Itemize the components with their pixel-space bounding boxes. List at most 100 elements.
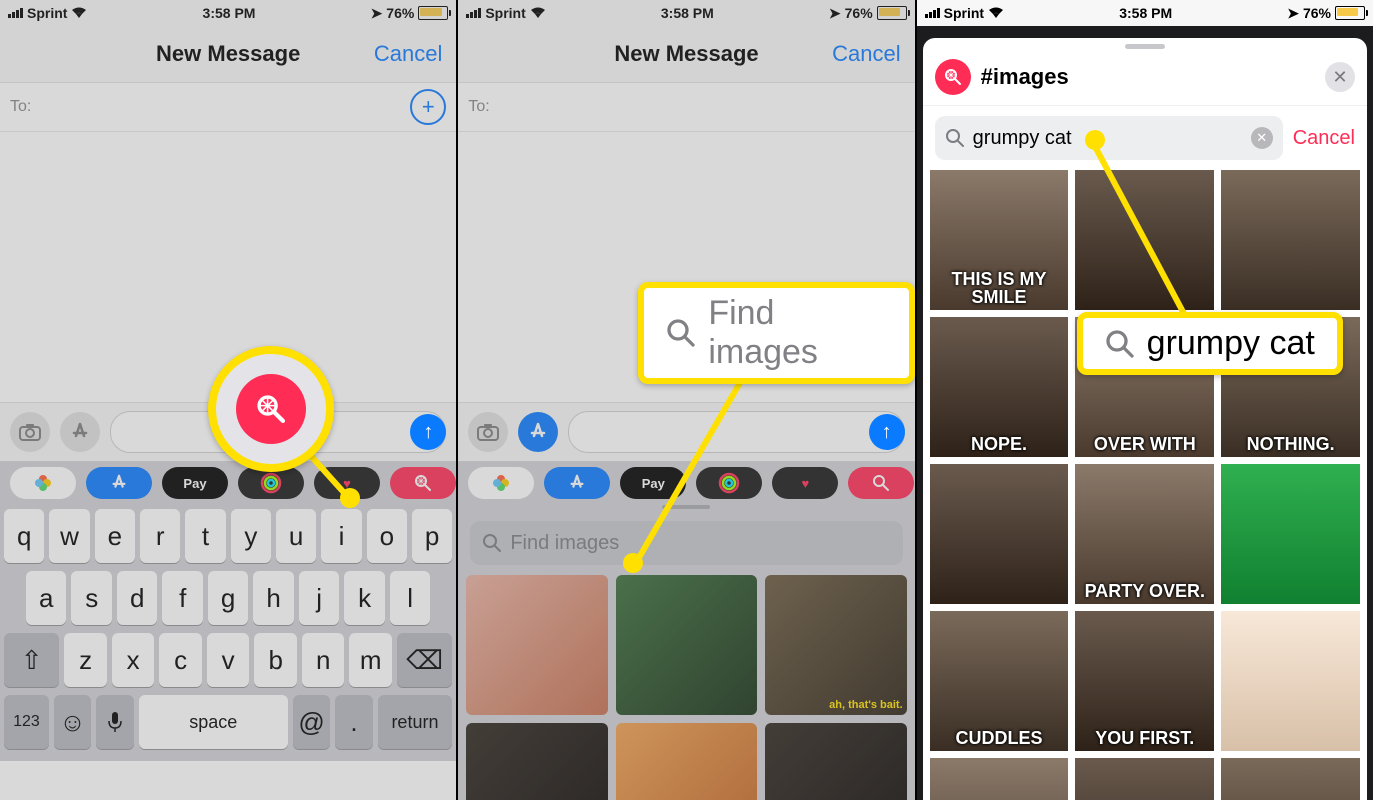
message-input-row: ↑ [458, 402, 914, 461]
clear-search-button[interactable]: ✕ [1251, 127, 1273, 149]
key-t[interactable]: t [185, 509, 225, 563]
image-result[interactable] [1221, 758, 1360, 800]
image-result[interactable] [1221, 170, 1360, 310]
image-result[interactable] [1221, 611, 1360, 751]
to-field-row[interactable]: To: + [0, 83, 456, 132]
nav-title: New Message [156, 41, 300, 67]
photos-app-pill[interactable] [10, 467, 76, 499]
keyboard: qwertyuiop asdfghjkl ⇧ zxcvbnm ⌫ 123 ☺ s… [0, 505, 456, 761]
delete-key[interactable]: ⌫ [397, 633, 452, 687]
key-v[interactable]: v [207, 633, 250, 687]
key-y[interactable]: y [231, 509, 271, 563]
gif-result[interactable]: ah, that's bait. [765, 575, 906, 715]
camera-button[interactable] [10, 412, 50, 452]
apple-pay-app-pill[interactable]: Pay [162, 467, 228, 499]
status-time: 3:58 PM [661, 5, 714, 21]
battery-icon [877, 6, 907, 20]
key-l[interactable]: l [390, 571, 430, 625]
image-result[interactable] [930, 464, 1069, 604]
key-b[interactable]: b [254, 633, 297, 687]
key-m[interactable]: m [349, 633, 392, 687]
location-icon: ➤ [1287, 5, 1299, 22]
key-o[interactable]: o [367, 509, 407, 563]
photos-app-pill[interactable] [468, 467, 534, 499]
search-icon [1105, 329, 1135, 359]
status-bar: Sprint 3:58 PM ➤ 76% [458, 0, 914, 26]
activity-app-pill[interactable] [696, 467, 762, 499]
key-p[interactable]: p [412, 509, 452, 563]
status-time: 3:58 PM [203, 5, 256, 21]
key-s[interactable]: s [71, 571, 111, 625]
key-n[interactable]: n [302, 633, 345, 687]
key-q[interactable]: q [4, 509, 44, 563]
image-caption: YOU FIRST. [1093, 725, 1196, 751]
appstore-app-pill[interactable] [86, 467, 152, 499]
image-result[interactable] [1221, 464, 1360, 604]
gif-result[interactable] [466, 575, 607, 715]
space-key[interactable]: space [139, 695, 288, 749]
at-key[interactable]: @ [293, 695, 330, 749]
appstore-button[interactable] [518, 412, 558, 452]
key-a[interactable]: a [26, 571, 66, 625]
find-images-input[interactable]: Find images [470, 521, 902, 565]
image-caption: NOPE. [969, 431, 1029, 457]
to-label: To: [468, 98, 489, 116]
sheet-header: #images ✕ [923, 55, 1367, 106]
key-g[interactable]: g [208, 571, 248, 625]
key-x[interactable]: x [112, 633, 155, 687]
appstore-button[interactable] [60, 412, 100, 452]
image-result[interactable]: NOPE. [930, 317, 1069, 457]
cancel-button[interactable]: Cancel [374, 41, 442, 67]
close-sheet-button[interactable]: ✕ [1325, 62, 1355, 92]
key-c[interactable]: c [159, 633, 202, 687]
callout-text: Find images [708, 294, 886, 372]
appstore-app-pill[interactable] [544, 467, 610, 499]
cancel-button[interactable]: Cancel [832, 41, 900, 67]
sheet-handle[interactable] [1125, 44, 1165, 49]
signal-bars-icon [925, 8, 940, 18]
gif-result[interactable] [466, 723, 607, 800]
camera-button[interactable] [468, 412, 508, 452]
to-field-row[interactable]: To: [458, 83, 914, 132]
key-d[interactable]: d [117, 571, 157, 625]
message-text-input[interactable] [568, 411, 904, 453]
send-button[interactable]: ↑ [869, 414, 905, 450]
image-result[interactable] [930, 758, 1069, 800]
status-bar: Sprint 3:58 PM ➤ 76% [0, 0, 456, 26]
images-app-pill[interactable] [390, 467, 456, 499]
dictation-key[interactable] [96, 695, 133, 749]
return-key[interactable]: return [378, 695, 453, 749]
gif-result[interactable] [616, 723, 757, 800]
image-caption: PARTY OVER. [1083, 578, 1207, 604]
key-j[interactable]: j [299, 571, 339, 625]
key-e[interactable]: e [95, 509, 135, 563]
gif-result[interactable] [765, 723, 906, 800]
image-search-input[interactable]: grumpy cat ✕ [935, 116, 1283, 160]
key-f[interactable]: f [162, 571, 202, 625]
signal-bars-icon [8, 8, 23, 18]
images-app-pill[interactable] [848, 467, 914, 499]
key-w[interactable]: w [49, 509, 89, 563]
image-result[interactable]: PARTY OVER. [1075, 464, 1214, 604]
key-r[interactable]: r [140, 509, 180, 563]
key-z[interactable]: z [64, 633, 107, 687]
key-u[interactable]: u [276, 509, 316, 563]
add-contact-button[interactable]: + [410, 89, 446, 125]
image-result[interactable]: CUDDLES [930, 611, 1069, 751]
image-result[interactable]: GOT PETTED ONCE [1075, 758, 1214, 800]
image-caption: NOTHING. [1245, 431, 1337, 457]
period-key[interactable]: . [335, 695, 372, 749]
image-result[interactable]: YOU FIRST. [1075, 611, 1214, 751]
numbers-key[interactable]: 123 [4, 695, 49, 749]
digital-touch-app-pill[interactable]: ♥ [772, 467, 838, 499]
key-i[interactable]: i [321, 509, 361, 563]
key-h[interactable]: h [253, 571, 293, 625]
shift-key[interactable]: ⇧ [4, 633, 59, 687]
emoji-key[interactable]: ☺ [54, 695, 91, 749]
image-result[interactable]: THIS IS MY SMILE [930, 170, 1069, 310]
search-results-grid: THIS IS MY SMILENOPE.OVER WITHNOTHING.PA… [923, 170, 1367, 800]
cancel-search-button[interactable]: Cancel [1293, 127, 1355, 150]
find-images-row: Find images [458, 511, 914, 575]
key-k[interactable]: k [344, 571, 384, 625]
gif-result[interactable] [616, 575, 757, 715]
